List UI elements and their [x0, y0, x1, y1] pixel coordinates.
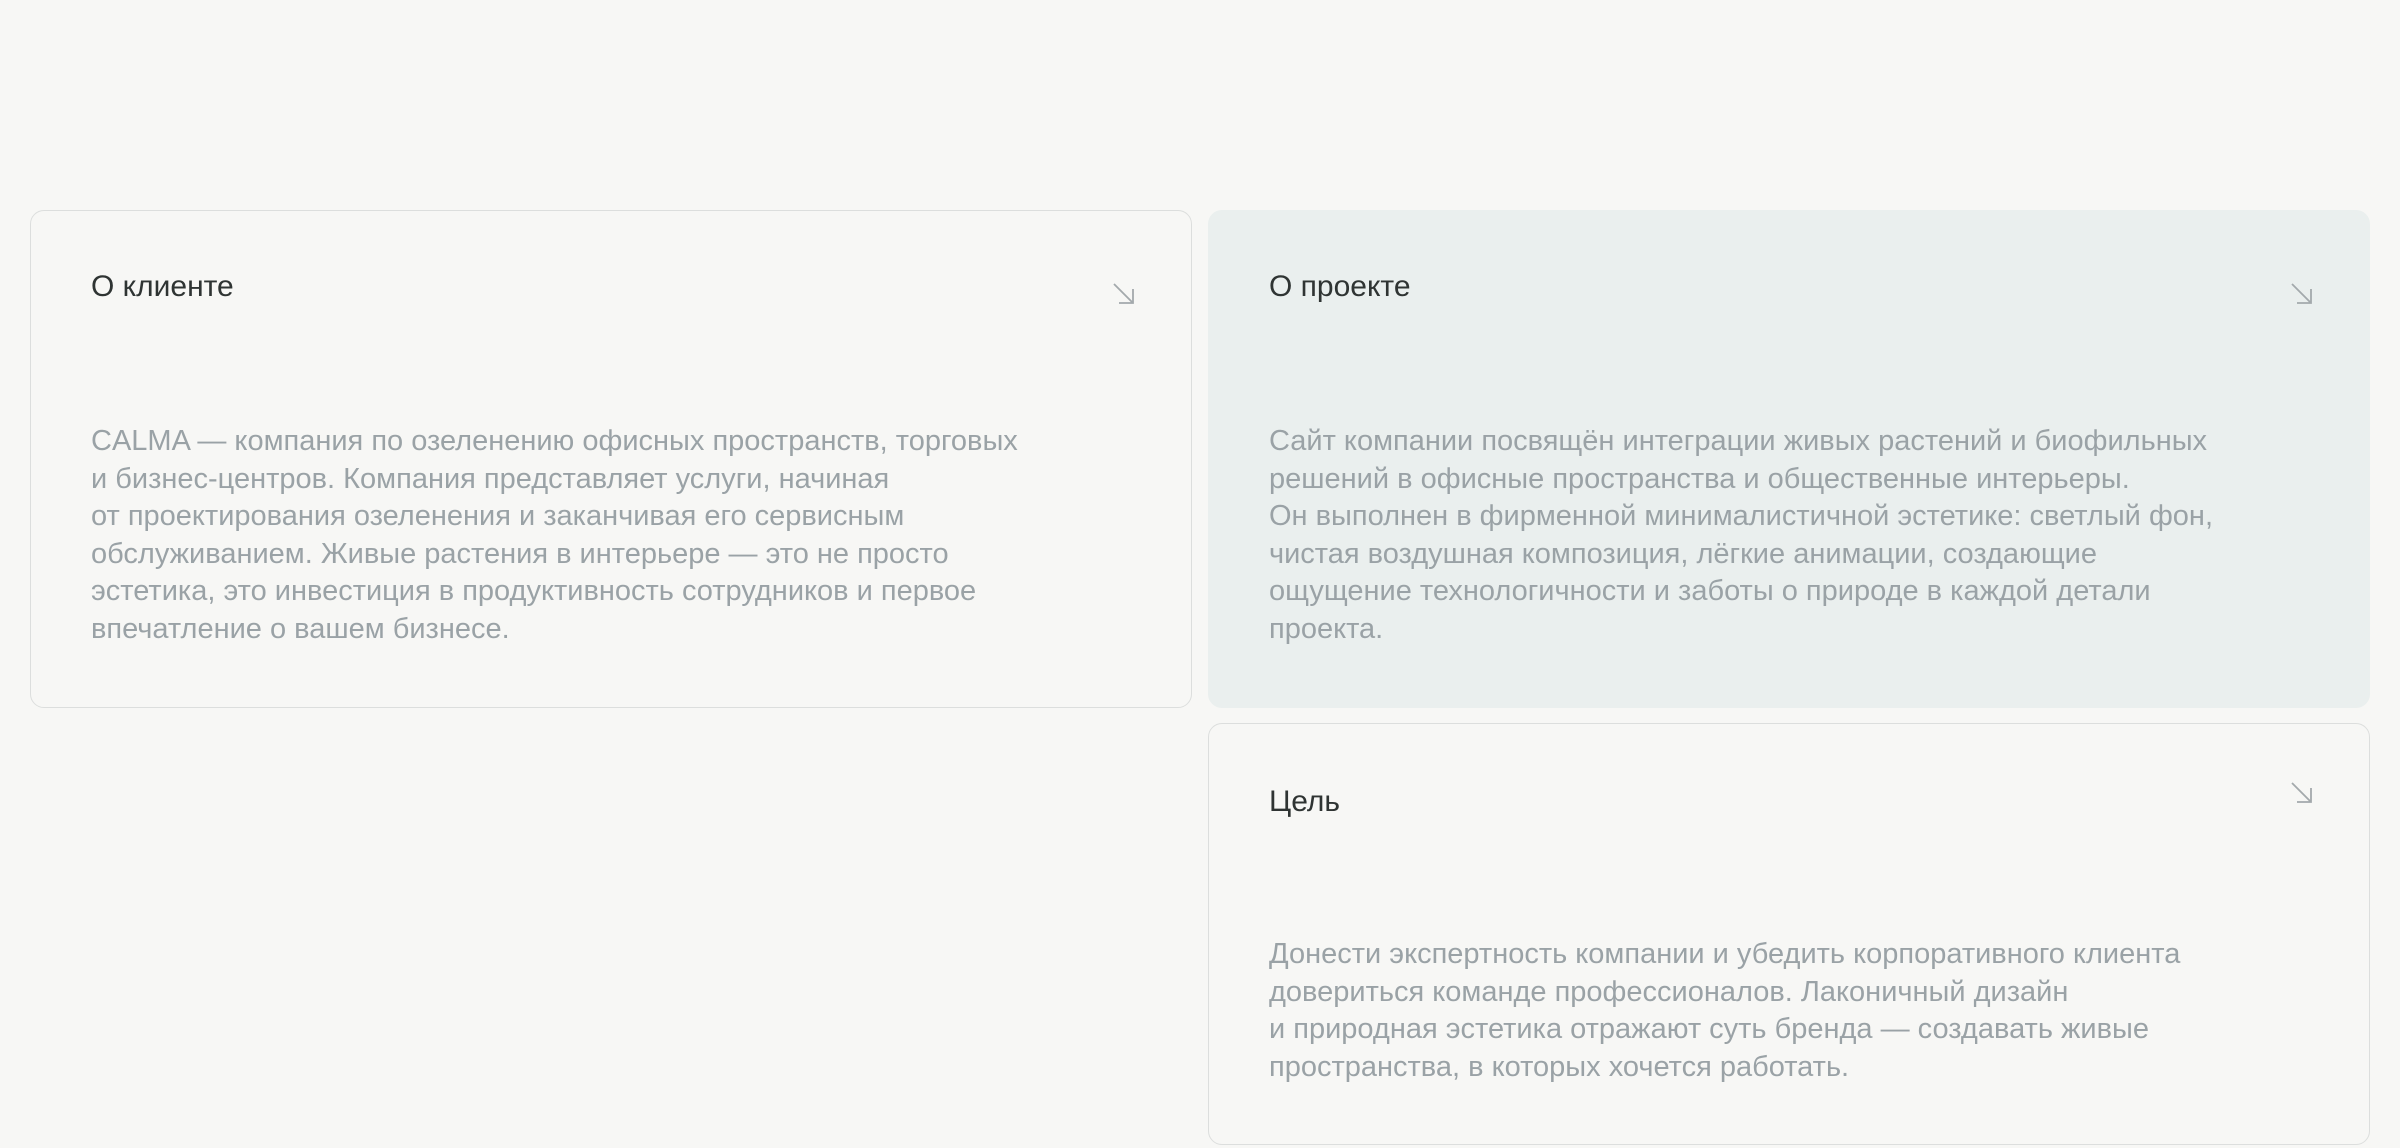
- goal-card[interactable]: Цель Донести экспертность компании и убе…: [1208, 723, 2370, 1145]
- arrow-down-right-icon[interactable]: [2289, 780, 2315, 806]
- card-text: Сайт компании посвящён интеграции живых …: [1269, 425, 2214, 645]
- about-client-card[interactable]: О клиенте CALMA — компания по озеленению…: [30, 210, 1192, 708]
- arrow-down-right-icon[interactable]: [2289, 281, 2315, 307]
- card-title: О проекте: [1269, 270, 1411, 303]
- card-title: Цель: [1269, 785, 1341, 818]
- about-project-card[interactable]: О проекте Сайт компании посвящён интегра…: [1208, 210, 2370, 708]
- card-text: CALMA — компания по озеленению офисных п…: [91, 425, 1018, 645]
- arrow-down-right-icon[interactable]: [1111, 281, 1137, 307]
- card-title: О клиенте: [91, 270, 234, 303]
- card-text: Донести экспертность компании и убедить …: [1269, 938, 2181, 1083]
